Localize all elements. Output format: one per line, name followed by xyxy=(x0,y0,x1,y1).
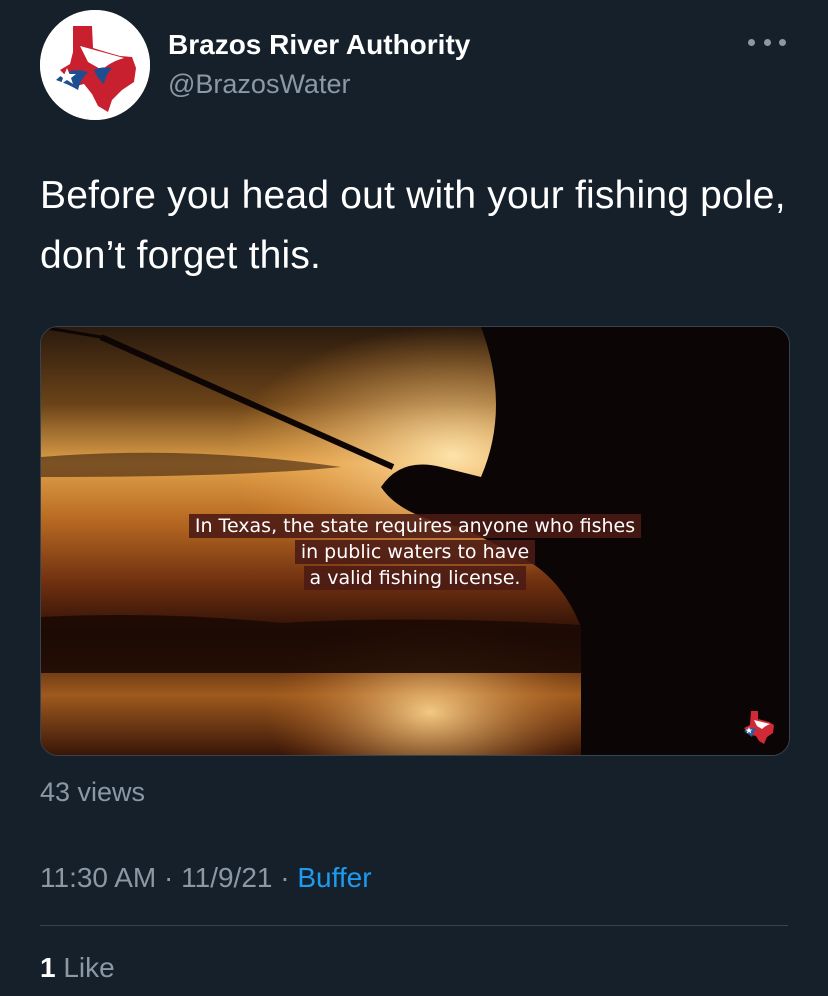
caption-line: a valid fishing license. xyxy=(303,566,527,590)
texas-flag-logo-icon xyxy=(40,10,150,120)
more-options-icon[interactable] xyxy=(748,32,786,52)
caption-line: In Texas, the state requires anyone who … xyxy=(188,514,642,538)
author-names: Brazos River Authority @BrazosWater xyxy=(168,28,470,102)
more-dot xyxy=(763,38,771,46)
author-handle[interactable]: @BrazosWater xyxy=(168,66,470,102)
caption-line: in public waters to have xyxy=(294,540,536,564)
view-count: 43 views xyxy=(40,777,146,807)
tweet-text: Before you head out with your fishing po… xyxy=(40,174,786,277)
tweet-date[interactable]: 11/9/21 xyxy=(181,862,272,893)
divider xyxy=(40,925,788,926)
video-caption: In Texas, the state requires anyone who … xyxy=(41,513,789,591)
tweet-media-video[interactable]: In Texas, the state requires anyone who … xyxy=(40,326,790,756)
tweet-header: Brazos River Authority @BrazosWater xyxy=(40,10,790,122)
avatar[interactable] xyxy=(40,10,150,120)
tweet-timestamp-row: 11:30 AM · 11/9/21 · Buffer xyxy=(40,860,372,896)
meta-separator: · xyxy=(280,862,290,893)
likes-label: Like xyxy=(63,952,115,983)
meta-separator: · xyxy=(164,862,174,893)
tweet-time[interactable]: 11:30 AM xyxy=(40,862,156,893)
author-display-name[interactable]: Brazos River Authority xyxy=(168,28,470,62)
more-dot xyxy=(748,38,755,46)
likes-link[interactable]: 1 Like xyxy=(40,950,115,986)
more-dot xyxy=(779,38,786,46)
likes-count: 1 xyxy=(40,952,56,983)
tweet-source-link[interactable]: Buffer xyxy=(297,862,371,893)
texas-flag-logo-icon xyxy=(744,711,774,744)
